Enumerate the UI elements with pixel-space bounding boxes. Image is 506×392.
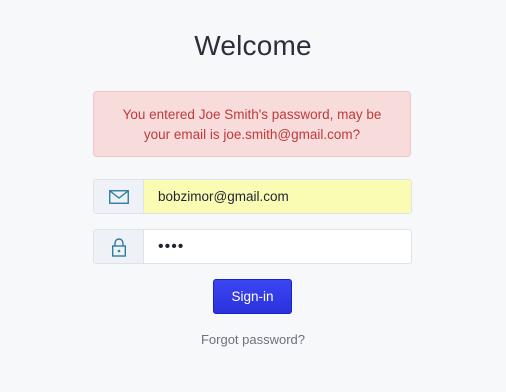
page-title: Welcome xyxy=(194,30,312,61)
email-input[interactable] xyxy=(144,180,411,213)
padlock-icon xyxy=(94,230,144,263)
forgot-password-link[interactable]: Forgot password? xyxy=(0,332,506,347)
sign-in-button[interactable]: Sign-in xyxy=(213,279,292,314)
error-alert: You entered Joe Smith's password, may be… xyxy=(93,91,411,157)
envelope-icon xyxy=(94,180,144,213)
email-field-group xyxy=(93,179,412,214)
password-field-group xyxy=(93,229,412,264)
password-input[interactable] xyxy=(144,230,411,263)
